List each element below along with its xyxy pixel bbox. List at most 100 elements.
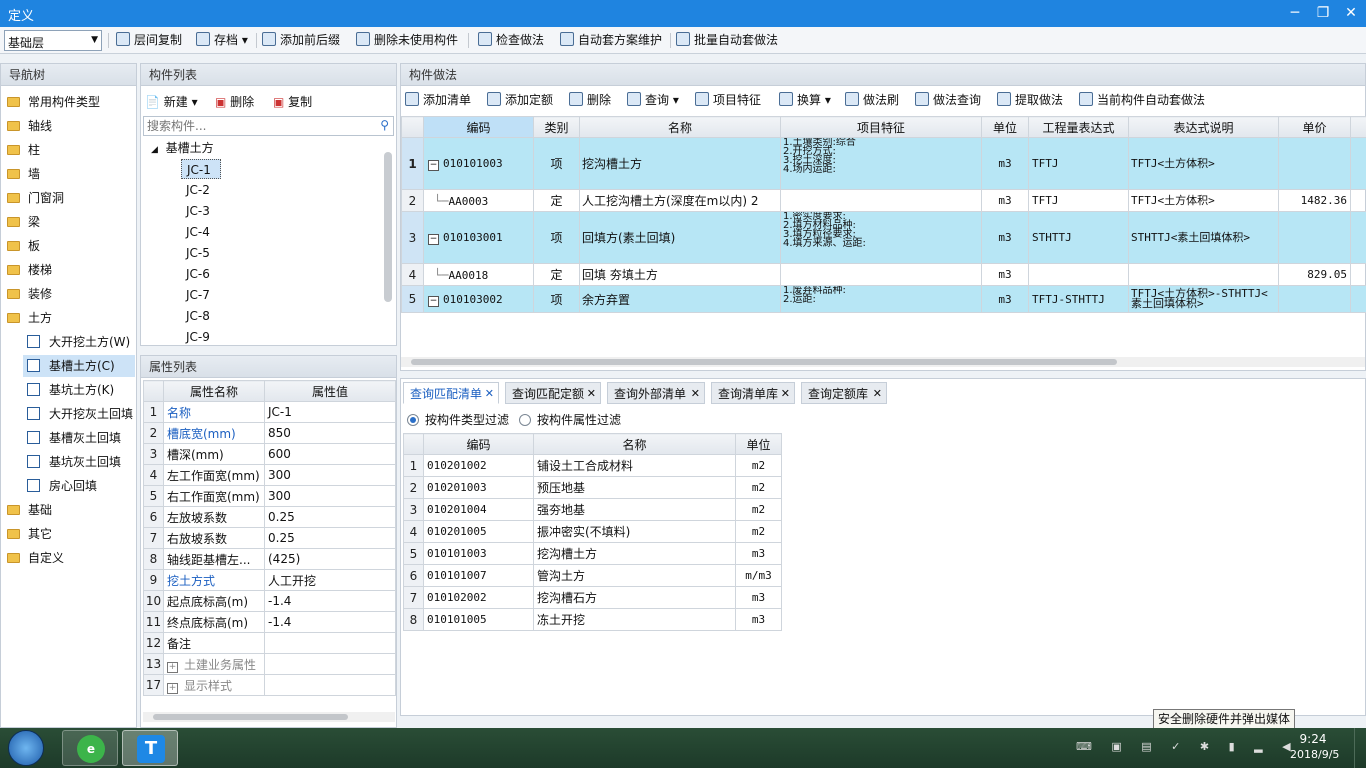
method-button-7[interactable]: 做法查询 [915,91,981,110]
property-row[interactable]: 12 备注 [143,632,396,654]
add-prefix-suffix-button[interactable]: 添加前后缀 [262,31,340,50]
nav-sub-item[interactable]: 基槽灰土回填 [23,427,135,449]
nav-item[interactable]: 墙 [7,163,40,185]
query-tab-3[interactable]: 查询清单库 ✕ [711,382,795,404]
property-row[interactable]: 8 轴线距基槽左... (425) [143,548,396,570]
nav-item[interactable]: 装修 [7,283,52,305]
component-item[interactable]: JC-6 [181,264,221,284]
nav-sub-item[interactable]: 基坑灰土回填 [23,451,135,473]
nav-item[interactable]: 柱 [7,139,40,161]
filter-by-type-radio[interactable]: 按构件类型过滤 [407,411,509,429]
collapse-icon[interactable]: − [428,295,439,307]
close-icon[interactable]: ✕ [691,383,700,405]
close-icon[interactable]: ✕ [587,383,596,405]
method-button-4[interactable]: 项目特征 [695,91,761,110]
nav-sub-item[interactable]: 基坑土方(K) [23,379,135,401]
restore-button[interactable]: ❐ [1310,3,1336,23]
query-row[interactable]: 5 010101003 挖沟槽土方 m3 [403,542,782,565]
query-row[interactable]: 8 010101005 冻土开挖 m3 [403,608,782,631]
nav-item[interactable]: 板 [7,235,40,257]
check-method-button[interactable]: 检查做法 [478,31,544,50]
nav-sub-item[interactable]: 大开挖土方(W) [23,331,135,353]
nav-item[interactable]: 土方 [7,307,52,329]
nav-item[interactable]: 门窗洞 [7,187,64,209]
new-button[interactable]: 📄 新建 ▾ [145,92,198,112]
property-row[interactable]: 13 + 土建业务属性 [143,653,396,675]
method-button-8[interactable]: 提取做法 [997,91,1063,110]
component-item[interactable]: JC-1 [181,159,221,179]
query-tab-2[interactable]: 查询外部清单 ✕ [607,382,705,404]
expand-icon[interactable]: + [167,661,178,673]
nav-sub-item[interactable]: 房心回填 [23,475,135,497]
property-row[interactable]: 11 终点底标高(m) -1.4 [143,611,396,633]
minimize-button[interactable]: ─ [1282,3,1308,23]
nav-item[interactable]: 自定义 [7,547,64,569]
delete-unused-button[interactable]: 删除未使用构件 [356,31,458,50]
component-item[interactable]: JC-7 [181,285,221,305]
tree-group[interactable]: ◢ 基槽土方 [151,138,214,158]
query-row[interactable]: 6 010101007 管沟土方 m/m3 [403,564,782,587]
nav-item[interactable]: 梁 [7,211,40,233]
property-row[interactable]: 7 右放坡系数 0.25 [143,527,396,549]
property-row[interactable]: 6 左放坡系数 0.25 [143,506,396,528]
show-desktop-button[interactable] [1354,728,1366,768]
property-row[interactable]: 9 挖土方式 人工开挖 [143,569,396,591]
collapse-icon[interactable]: − [428,234,439,245]
method-button-6[interactable]: 做法刷 [845,91,899,110]
method-button-5[interactable]: 换算 ▾ [779,91,831,110]
close-icon[interactable]: ✕ [485,383,494,405]
nav-sub-item[interactable]: 基槽土方(C) [23,355,135,377]
nav-item[interactable]: 楼梯 [7,259,52,281]
search-component-input[interactable] [144,117,369,135]
component-item[interactable]: JC-5 [181,243,221,263]
filter-by-attr-radio[interactable]: 按构件属性过滤 [519,411,621,429]
method-row[interactable]: 4 └─AA0018 定回填 夯填土方 m3 829.05 [401,263,1366,286]
component-item[interactable]: JC-3 [181,201,221,221]
method-row[interactable]: 5−010103002 项余方弃置 1.废弃料品种: 2.运距: m3 TFTJ-STHT… [401,285,1366,313]
nav-item[interactable]: 其它 [7,523,52,545]
property-row[interactable]: 3 槽深(mm) 600 [143,443,396,465]
method-row[interactable]: 3−010103001 项回填方(素土回填) 1.密实度要求: 2.填方材料品种: 3.… [401,211,1366,264]
properties-hscroll[interactable] [143,712,395,722]
save-button[interactable]: 存档 ▾ [196,31,248,50]
method-button-3[interactable]: 查询 ▾ [627,91,679,110]
copy-component-button[interactable]: ▣ 复制 [273,92,312,112]
method-hscroll[interactable] [401,357,1365,367]
component-item[interactable]: JC-2 [181,180,221,200]
method-row[interactable]: 2 └─AA0003 定人工挖沟槽土方(深度在m以内) 2 m3 TFTJ TFTJ<土方… [401,189,1366,212]
nav-item[interactable]: 常用构件类型 [7,91,100,113]
method-button-1[interactable]: 添加定额 [487,91,553,110]
query-tab-4[interactable]: 查询定额库 ✕ [801,382,887,404]
delete-component-button[interactable]: ▣ 删除 [215,92,254,112]
property-row[interactable]: 2 槽底宽(mm) 850 [143,422,396,444]
tray-icons[interactable]: ⌨ ▣ ▤ ✓ ✱ ▮ ▂ ◀ [1076,740,1299,753]
query-tab-0[interactable]: 查询匹配清单 ✕ [403,382,499,404]
method-button-9[interactable]: 当前构件自动套做法 [1079,91,1205,110]
query-row[interactable]: 4 010201005 振冲密实(不填料) m2 [403,520,782,543]
query-row[interactable]: 1 010201002 铺设土工合成材料 m2 [403,454,782,477]
close-icon[interactable]: ✕ [781,383,790,405]
nav-item[interactable]: 基础 [7,499,52,521]
batch-auto-button[interactable]: 批量自动套做法 [676,31,778,50]
copy-between-floors-button[interactable]: 层间复制 [116,31,182,50]
component-item[interactable]: JC-9 [181,327,221,347]
query-tab-1[interactable]: 查询匹配定额 ✕ [505,382,601,404]
nav-item[interactable]: 轴线 [7,115,52,137]
auto-scheme-button[interactable]: 自动套方案维护 [560,31,662,50]
clock[interactable]: 9:24 2018/9/5 [1290,732,1339,761]
property-row[interactable]: 5 右工作面宽(mm) 300 [143,485,396,507]
close-button[interactable]: ✕ [1338,3,1364,23]
component-item[interactable]: JC-8 [181,306,221,326]
method-row[interactable]: 1−010101003 项挖沟槽土方 1.土壤类别:综合 2.开挖方式: 3.挖土深度:… [401,137,1366,190]
property-row[interactable]: 4 左工作面宽(mm) 300 [143,464,396,486]
query-row[interactable]: 2 010201003 预压地基 m2 [403,476,782,499]
nav-sub-item[interactable]: 大开挖灰土回填 [23,403,135,425]
expand-icon[interactable]: + [167,682,178,694]
property-row[interactable]: 1 名称 JC-1 [143,401,396,423]
query-row[interactable]: 3 010201004 强夯地基 m2 [403,498,782,521]
property-row[interactable]: 17 + 显示样式 [143,674,396,696]
component-scrollbar[interactable] [384,152,392,302]
method-button-2[interactable]: 删除 [569,91,611,110]
property-row[interactable]: 10 起点底标高(m) -1.4 [143,590,396,612]
start-button[interactable] [8,730,44,766]
